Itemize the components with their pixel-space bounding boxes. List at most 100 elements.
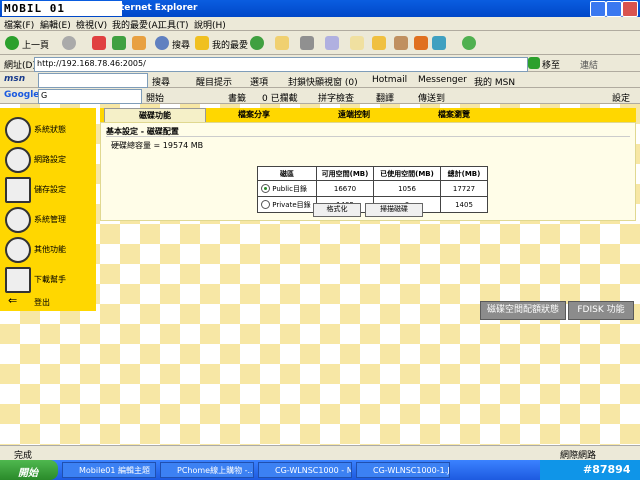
menu-edit[interactable]: 編輯(E) bbox=[40, 18, 71, 31]
google-logo: Google bbox=[4, 90, 40, 100]
msn-search-input[interactable] bbox=[38, 73, 148, 88]
msn-search-button[interactable]: 搜尋 bbox=[152, 75, 170, 88]
back-button-label[interactable]: 上一頁 bbox=[22, 38, 49, 51]
sidebar-item-admin[interactable]: 系統管理 bbox=[0, 204, 96, 233]
favorites-button-label[interactable]: 我的最愛 bbox=[212, 38, 248, 51]
menu-favorites[interactable]: 我的最愛(A) bbox=[112, 18, 161, 31]
address-bar: 網址(D) http://192.168.78.46:2005/ 移至 連結 bbox=[0, 55, 640, 72]
menu-help[interactable]: 說明(H) bbox=[194, 18, 226, 31]
menu-tools[interactable]: 工具(T) bbox=[158, 18, 189, 31]
google-translate-button[interactable]: 翻譯 bbox=[376, 91, 394, 104]
storage-grid-icon bbox=[5, 177, 31, 203]
window-title: ternet Explorer bbox=[120, 3, 198, 13]
total-space-cell: 1405 bbox=[440, 196, 488, 213]
sidebar-item-download[interactable]: 下載幫手 bbox=[0, 264, 96, 293]
used-space-cell: 1056 bbox=[373, 180, 441, 197]
msn-messenger-link[interactable]: Messenger bbox=[418, 75, 467, 85]
google-bookmarks-button[interactable]: 書籤 bbox=[228, 91, 246, 104]
minimize-button[interactable] bbox=[590, 1, 606, 17]
plugin-icon[interactable] bbox=[414, 36, 428, 50]
msn-popup-blocker[interactable]: 封鎖快顯視窗 (0) bbox=[288, 75, 358, 88]
go-arrow-icon[interactable] bbox=[528, 57, 540, 69]
download-icon bbox=[5, 267, 31, 293]
sidebar-item-logout[interactable]: ⇐ 登出 bbox=[0, 292, 96, 310]
sidebar-item-label: 系統狀態 bbox=[34, 125, 66, 134]
history-icon[interactable] bbox=[250, 36, 264, 50]
stop-icon[interactable] bbox=[92, 36, 106, 50]
sidebar-item-storage[interactable]: 儲存設定 bbox=[0, 174, 96, 203]
sidebar-item-label: 其他功能 bbox=[34, 245, 66, 254]
menu-view[interactable]: 檢視(V) bbox=[76, 18, 107, 31]
google-spellcheck-button[interactable]: 拼字檢查 bbox=[318, 91, 354, 104]
address-input[interactable]: http://192.168.78.46:2005/ bbox=[34, 57, 528, 72]
scan-disk-button[interactable]: 掃描磁碟 bbox=[365, 203, 423, 217]
edit-icon[interactable] bbox=[325, 36, 339, 50]
google-sendto-button[interactable]: 傳送到 bbox=[418, 91, 445, 104]
sidebar-item-label: 網路設定 bbox=[34, 155, 66, 164]
print-icon[interactable] bbox=[300, 36, 314, 50]
task-pchome[interactable]: PChome線上購物 -... bbox=[160, 462, 254, 478]
google-start-button[interactable]: 開始 bbox=[146, 91, 164, 104]
status-bar: 完成 網際網路 bbox=[0, 445, 640, 461]
msn-options-button[interactable]: 選項 bbox=[250, 75, 268, 88]
go-button-label[interactable]: 移至 bbox=[542, 58, 560, 71]
close-button[interactable] bbox=[622, 1, 638, 17]
tab-file-share[interactable]: 檔案分享 bbox=[204, 108, 304, 122]
refresh-icon[interactable] bbox=[112, 36, 126, 50]
links-label[interactable]: 連結 bbox=[580, 58, 598, 71]
fdisk-button[interactable]: FDISK 功能 bbox=[568, 301, 634, 320]
msn-toolbar: msn 搜尋 醒目提示 選項 封鎖快顯視窗 (0) Hotmail Messen… bbox=[0, 72, 640, 88]
clock-icon bbox=[5, 237, 31, 263]
google-search-input[interactable]: G bbox=[38, 89, 142, 104]
divider bbox=[106, 136, 630, 137]
total-capacity: 硬碟總容量 = 19574 MB bbox=[111, 141, 204, 150]
msn-hotmail-link[interactable]: Hotmail bbox=[372, 75, 407, 85]
disk-quota-status-button[interactable]: 磁碟空間配額狀態 bbox=[480, 301, 566, 320]
maximize-button[interactable] bbox=[606, 1, 622, 17]
tool-icon[interactable] bbox=[394, 36, 408, 50]
tab-bar: 磁碟功能 檔案分享 遠端控制 檔案瀏覽 bbox=[100, 108, 636, 124]
tab-remote[interactable]: 遠端控制 bbox=[304, 108, 404, 122]
task-mobile01[interactable]: Mobile01 編輯主題 bbox=[62, 462, 156, 478]
favorites-star-icon[interactable] bbox=[195, 36, 209, 50]
msn-highlight-button[interactable]: 醒目提示 bbox=[196, 75, 232, 88]
sidebar-item-system-status[interactable]: 系統狀態 bbox=[0, 114, 96, 143]
sidebar-item-label: 儲存設定 bbox=[34, 185, 66, 194]
total-space-cell: 17727 bbox=[440, 180, 488, 197]
home-icon[interactable] bbox=[132, 36, 146, 50]
messenger-toolbar-icon[interactable] bbox=[432, 36, 446, 50]
table-row: Public目錄 16670 1056 17727 bbox=[257, 180, 488, 197]
note-icon[interactable] bbox=[350, 36, 364, 50]
folder-icon[interactable] bbox=[372, 36, 386, 50]
google-popup-blocked[interactable]: 0 已攔截 bbox=[262, 91, 298, 104]
private-radio[interactable] bbox=[261, 200, 270, 209]
window-title-bar: MOBIL 01 ternet Explorer bbox=[0, 0, 640, 17]
msn-people-icon[interactable] bbox=[462, 36, 476, 50]
public-radio[interactable] bbox=[261, 184, 270, 193]
menu-file[interactable]: 檔案(F) bbox=[4, 18, 34, 31]
gears-icon bbox=[5, 207, 31, 233]
partition-name: Private目錄 bbox=[272, 200, 311, 209]
task-cg-wlnsc-m[interactable]: CG-WLNSC1000 - M... bbox=[258, 462, 352, 478]
start-button[interactable]: 開始 bbox=[0, 460, 58, 480]
search-icon[interactable] bbox=[155, 36, 169, 50]
table-header-row: 磁區 可用空間(MB) 已使用空間(MB) 總計(MB) bbox=[257, 166, 488, 181]
column-header: 可用空間(MB) bbox=[316, 166, 374, 181]
sidebar-item-network[interactable]: 網路設定 bbox=[0, 144, 96, 173]
back-arrow-icon[interactable] bbox=[5, 36, 19, 50]
sidebar-item-other[interactable]: 其他功能 bbox=[0, 234, 96, 263]
task-cg-wlnsc-j[interactable]: CG-WLNSC1000-1.J... bbox=[356, 462, 450, 478]
menu-bar: 檔案(F) 編輯(E) 檢視(V) 我的最愛(A) 工具(T) 說明(H) bbox=[0, 17, 640, 31]
format-button[interactable]: 格式化 bbox=[313, 203, 361, 217]
mobile01-logo: MOBIL 01 bbox=[2, 1, 122, 16]
column-header: 總計(MB) bbox=[440, 166, 488, 181]
forward-arrow-icon[interactable] bbox=[62, 36, 76, 50]
google-settings-button[interactable]: 設定 bbox=[612, 91, 630, 104]
msn-mymsn-link[interactable]: 我的 MSN bbox=[474, 75, 515, 88]
magnifier-icon bbox=[5, 117, 31, 143]
search-button-label[interactable]: 搜尋 bbox=[172, 38, 190, 51]
web-page: 系統狀態 網路設定 儲存設定 系統管理 其他功能 下載幫手 ⇐ 登出 磁碟功能 … bbox=[0, 104, 640, 445]
tab-browse[interactable]: 檔案瀏覽 bbox=[404, 108, 504, 122]
mail-icon[interactable] bbox=[275, 36, 289, 50]
sidebar-item-label: 下載幫手 bbox=[34, 275, 66, 284]
